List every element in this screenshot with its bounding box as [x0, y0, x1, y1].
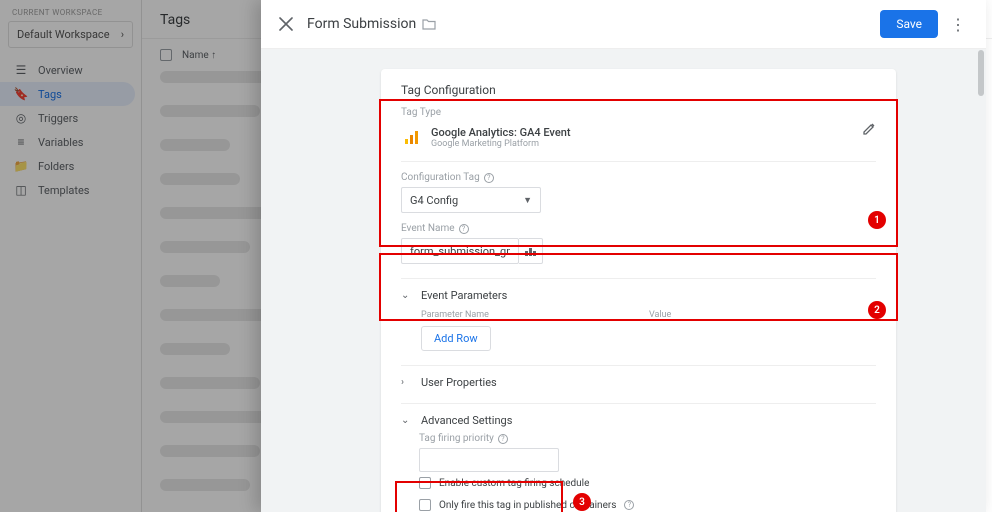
- help-icon[interactable]: ?: [624, 500, 634, 510]
- event-parameters-label: Event Parameters: [421, 289, 507, 302]
- panel-body[interactable]: Tag Configuration Tag Type Google Analyt…: [261, 49, 986, 512]
- tag-priority-input[interactable]: [419, 448, 559, 472]
- more-menu-button[interactable]: ⋮: [944, 15, 972, 34]
- pencil-icon: [862, 122, 876, 136]
- tag-type-label: Tag Type: [401, 107, 876, 118]
- variable-picker-button[interactable]: [519, 238, 543, 264]
- scrollbar-thumb[interactable]: [978, 50, 984, 96]
- param-name-col: Parameter Name: [421, 310, 489, 320]
- advanced-settings-section: ⌄ Advanced Settings Tag firing priority …: [401, 403, 876, 512]
- add-row-button[interactable]: Add Row: [421, 326, 491, 351]
- chevron-down-icon: ⌄: [401, 290, 413, 301]
- folder-icon[interactable]: [422, 18, 436, 30]
- schedule-label: Enable custom tag firing schedule: [439, 478, 589, 489]
- panel-header: Form Submission Save ⋮: [261, 0, 986, 49]
- scrollbar[interactable]: [976, 50, 984, 506]
- event-name-label: Event Name: [401, 223, 455, 234]
- event-name-field: Event Name ?: [401, 223, 876, 264]
- dim-overlay: [0, 0, 261, 512]
- chevron-down-icon: ▼: [523, 195, 532, 206]
- user-properties-toggle[interactable]: › User Properties: [401, 376, 876, 389]
- card-title: Tag Configuration: [401, 83, 876, 97]
- chevron-down-icon: ⌄: [401, 415, 413, 426]
- help-icon[interactable]: ?: [484, 173, 494, 183]
- event-name-input[interactable]: [401, 238, 519, 264]
- param-value-col: Value: [649, 310, 671, 320]
- panel-title: Form Submission: [307, 16, 416, 32]
- event-parameters-section: ⌄ Event Parameters Parameter Name Value …: [401, 278, 876, 351]
- event-parameters-toggle[interactable]: ⌄ Event Parameters: [401, 289, 876, 302]
- help-icon[interactable]: ?: [459, 224, 469, 234]
- tag-type-sub: Google Marketing Platform: [431, 139, 571, 149]
- edit-tag-type-button[interactable]: [862, 122, 876, 136]
- published-only-label: Only fire this tag in published containe…: [439, 500, 616, 511]
- ga4-icon: [401, 128, 421, 148]
- configuration-tag-field: Configuration Tag ? G4 Config ▼: [401, 172, 876, 213]
- building-block-icon: [525, 246, 537, 256]
- advanced-settings-toggle[interactable]: ⌄ Advanced Settings: [401, 414, 876, 427]
- tag-editor-panel: Form Submission Save ⋮ Tag Configuration…: [261, 0, 986, 512]
- schedule-checkbox[interactable]: [419, 477, 431, 489]
- chevron-right-icon: ›: [401, 377, 413, 388]
- close-button[interactable]: [275, 13, 297, 35]
- tag-type-name: Google Analytics: GA4 Event: [431, 126, 571, 139]
- published-only-checkbox[interactable]: [419, 499, 431, 511]
- help-icon[interactable]: ?: [498, 434, 508, 444]
- user-properties-label: User Properties: [421, 376, 497, 389]
- config-tag-label: Configuration Tag: [401, 172, 480, 183]
- tag-config-card: Tag Configuration Tag Type Google Analyt…: [381, 69, 896, 512]
- advanced-settings-label: Advanced Settings: [421, 414, 512, 427]
- tag-type-row[interactable]: Google Analytics: GA4 Event Google Marke…: [401, 118, 876, 162]
- config-tag-select[interactable]: G4 Config ▼: [401, 187, 541, 213]
- config-tag-value: G4 Config: [410, 194, 458, 207]
- user-properties-section: › User Properties: [401, 365, 876, 389]
- tag-priority-label: Tag firing priority: [419, 433, 494, 444]
- close-icon: [279, 17, 293, 31]
- save-button[interactable]: Save: [880, 10, 938, 38]
